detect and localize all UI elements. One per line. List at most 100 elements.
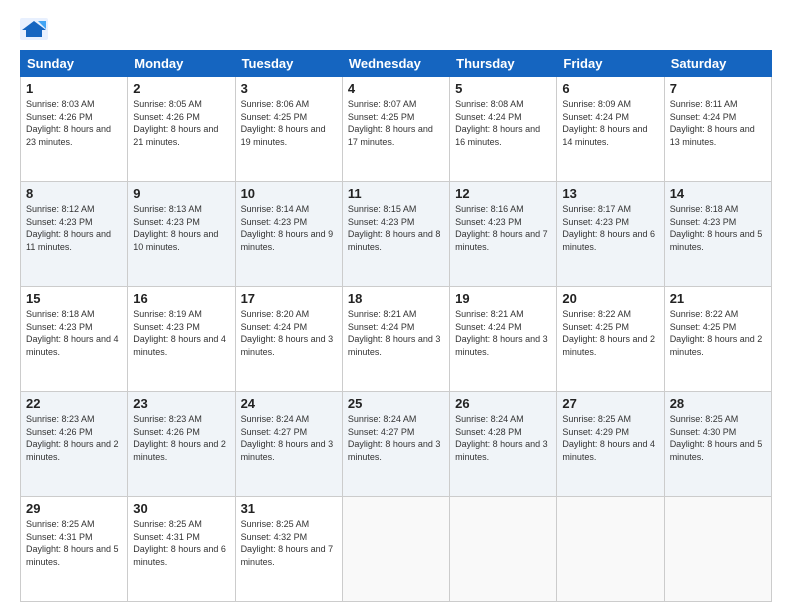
calendar-cell: 25Sunrise: 8:24 AMSunset: 4:27 PMDayligh… (342, 392, 449, 497)
calendar-cell: 14 Sunrise: 8:18 AMSunset: 4:23 PMDayligh… (664, 182, 771, 287)
day-header-monday: Monday (128, 51, 235, 77)
calendar-cell: 27 Sunrise: 8:25 AMSunset: 4:29 PMDayligh… (557, 392, 664, 497)
calendar-cell: 5 Sunrise: 8:08 AMSunset: 4:24 PMDaylight… (450, 77, 557, 182)
calendar-cell: 16Sunrise: 8:19 AMSunset: 4:23 PMDayligh… (128, 287, 235, 392)
calendar-cell: 31Sunrise: 8:25 AMSunset: 4:32 PMDayligh… (235, 497, 342, 602)
calendar-cell: 1Sunrise: 8:03 AMSunset: 4:26 PMDaylight… (21, 77, 128, 182)
calendar-cell: 7 Sunrise: 8:11 AMSunset: 4:24 PMDaylight… (664, 77, 771, 182)
day-info: Sunrise: 8:25 AMSunset: 4:31 PMDaylight:… (133, 519, 226, 567)
calendar-week-4: 22 Sunrise: 8:23 AMSunset: 4:26 PMDayligh… (21, 392, 772, 497)
header (20, 18, 772, 40)
day-info: Sunrise: 8:13 AMSunset: 4:23 PMDaylight:… (133, 204, 218, 252)
calendar-cell: 10Sunrise: 8:14 AMSunset: 4:23 PMDayligh… (235, 182, 342, 287)
calendar-week-1: 1Sunrise: 8:03 AMSunset: 4:26 PMDaylight… (21, 77, 772, 182)
day-number: 19 (455, 291, 551, 306)
day-number: 27 (562, 396, 658, 411)
calendar-cell: 18 Sunrise: 8:21 AMSunset: 4:24 PMDayligh… (342, 287, 449, 392)
day-info: Sunrise: 8:06 AMSunset: 4:25 PMDaylight:… (241, 99, 326, 147)
day-number: 3 (241, 81, 337, 96)
logo (20, 18, 50, 40)
day-header-tuesday: Tuesday (235, 51, 342, 77)
calendar-cell: 13Sunrise: 8:17 AMSunset: 4:23 PMDayligh… (557, 182, 664, 287)
day-info: Sunrise: 8:22 AMSunset: 4:25 PMDaylight:… (670, 309, 763, 357)
day-info: Sunrise: 8:07 AMSunset: 4:25 PMDaylight:… (348, 99, 433, 147)
calendar-cell: 29 Sunrise: 8:25 AMSunset: 4:31 PMDayligh… (21, 497, 128, 602)
day-number: 24 (241, 396, 337, 411)
day-info: Sunrise: 8:09 AMSunset: 4:24 PMDaylight:… (562, 99, 647, 147)
calendar-cell: 30 Sunrise: 8:25 AMSunset: 4:31 PMDayligh… (128, 497, 235, 602)
day-number: 20 (562, 291, 658, 306)
day-number: 12 (455, 186, 551, 201)
logo-icon (20, 18, 48, 40)
calendar-page: SundayMondayTuesdayWednesdayThursdayFrid… (0, 0, 792, 612)
day-info: Sunrise: 8:08 AMSunset: 4:24 PMDaylight:… (455, 99, 540, 147)
calendar-cell: 6 Sunrise: 8:09 AMSunset: 4:24 PMDaylight… (557, 77, 664, 182)
day-info: Sunrise: 8:24 AMSunset: 4:27 PMDaylight:… (241, 414, 334, 462)
day-number: 28 (670, 396, 766, 411)
day-info: Sunrise: 8:16 AMSunset: 4:23 PMDaylight:… (455, 204, 548, 252)
calendar-cell: 22Sunrise: 8:23 AMSunset: 4:26 PMDayligh… (21, 392, 128, 497)
calendar-cell: 9Sunrise: 8:13 AMSunset: 4:23 PMDaylight… (128, 182, 235, 287)
day-info: Sunrise: 8:15 AMSunset: 4:23 PMDaylight:… (348, 204, 441, 252)
calendar-cell (664, 497, 771, 602)
calendar-week-2: 8Sunrise: 8:12 AMSunset: 4:23 PMDaylight… (21, 182, 772, 287)
day-number: 1 (26, 81, 122, 96)
calendar-cell: 24 Sunrise: 8:24 AMSunset: 4:27 PMDayligh… (235, 392, 342, 497)
day-header-saturday: Saturday (664, 51, 771, 77)
day-number: 23 (133, 396, 229, 411)
calendar-cell: 17 Sunrise: 8:20 AMSunset: 4:24 PMDayligh… (235, 287, 342, 392)
day-number: 30 (133, 501, 229, 516)
calendar-cell: 20 Sunrise: 8:22 AMSunset: 4:25 PMDayligh… (557, 287, 664, 392)
day-header-sunday: Sunday (21, 51, 128, 77)
day-number: 16 (133, 291, 229, 306)
day-number: 4 (348, 81, 444, 96)
day-info: Sunrise: 8:05 AMSunset: 4:26 PMDaylight:… (133, 99, 218, 147)
day-info: Sunrise: 8:18 AMSunset: 4:23 PMDaylight:… (26, 309, 119, 357)
day-number: 11 (348, 186, 444, 201)
day-number: 17 (241, 291, 337, 306)
day-number: 8 (26, 186, 122, 201)
calendar-cell: 21 Sunrise: 8:22 AMSunset: 4:25 PMDayligh… (664, 287, 771, 392)
day-info: Sunrise: 8:24 AMSunset: 4:28 PMDaylight:… (455, 414, 548, 462)
calendar-week-5: 29 Sunrise: 8:25 AMSunset: 4:31 PMDayligh… (21, 497, 772, 602)
calendar-table: SundayMondayTuesdayWednesdayThursdayFrid… (20, 50, 772, 602)
day-number: 22 (26, 396, 122, 411)
calendar-cell (342, 497, 449, 602)
calendar-week-3: 15 Sunrise: 8:18 AMSunset: 4:23 PMDayligh… (21, 287, 772, 392)
day-number: 5 (455, 81, 551, 96)
day-number: 29 (26, 501, 122, 516)
day-number: 6 (562, 81, 658, 96)
day-number: 31 (241, 501, 337, 516)
day-number: 14 (670, 186, 766, 201)
calendar-cell (557, 497, 664, 602)
day-info: Sunrise: 8:24 AMSunset: 4:27 PMDaylight:… (348, 414, 441, 462)
calendar-cell: 26Sunrise: 8:24 AMSunset: 4:28 PMDayligh… (450, 392, 557, 497)
day-info: Sunrise: 8:25 AMSunset: 4:30 PMDaylight:… (670, 414, 763, 462)
day-number: 18 (348, 291, 444, 306)
day-info: Sunrise: 8:20 AMSunset: 4:24 PMDaylight:… (241, 309, 334, 357)
calendar-cell: 19 Sunrise: 8:21 AMSunset: 4:24 PMDayligh… (450, 287, 557, 392)
calendar-cell: 23 Sunrise: 8:23 AMSunset: 4:26 PMDayligh… (128, 392, 235, 497)
calendar-header-row: SundayMondayTuesdayWednesdayThursdayFrid… (21, 51, 772, 77)
calendar-cell: 28 Sunrise: 8:25 AMSunset: 4:30 PMDayligh… (664, 392, 771, 497)
day-info: Sunrise: 8:22 AMSunset: 4:25 PMDaylight:… (562, 309, 655, 357)
day-number: 21 (670, 291, 766, 306)
day-number: 7 (670, 81, 766, 96)
day-info: Sunrise: 8:23 AMSunset: 4:26 PMDaylight:… (133, 414, 226, 462)
day-number: 2 (133, 81, 229, 96)
day-info: Sunrise: 8:11 AMSunset: 4:24 PMDaylight:… (670, 99, 755, 147)
day-info: Sunrise: 8:21 AMSunset: 4:24 PMDaylight:… (455, 309, 548, 357)
calendar-cell: 4 Sunrise: 8:07 AMSunset: 4:25 PMDaylight… (342, 77, 449, 182)
day-info: Sunrise: 8:25 AMSunset: 4:31 PMDaylight:… (26, 519, 119, 567)
day-info: Sunrise: 8:21 AMSunset: 4:24 PMDaylight:… (348, 309, 441, 357)
day-number: 15 (26, 291, 122, 306)
day-info: Sunrise: 8:14 AMSunset: 4:23 PMDaylight:… (241, 204, 334, 252)
calendar-cell: 2 Sunrise: 8:05 AMSunset: 4:26 PMDaylight… (128, 77, 235, 182)
calendar-cell: 3 Sunrise: 8:06 AMSunset: 4:25 PMDaylight… (235, 77, 342, 182)
calendar-cell: 15 Sunrise: 8:18 AMSunset: 4:23 PMDayligh… (21, 287, 128, 392)
day-info: Sunrise: 8:25 AMSunset: 4:29 PMDaylight:… (562, 414, 655, 462)
calendar-cell: 11 Sunrise: 8:15 AMSunset: 4:23 PMDayligh… (342, 182, 449, 287)
calendar-cell (450, 497, 557, 602)
day-number: 13 (562, 186, 658, 201)
day-info: Sunrise: 8:18 AMSunset: 4:23 PMDaylight:… (670, 204, 763, 252)
